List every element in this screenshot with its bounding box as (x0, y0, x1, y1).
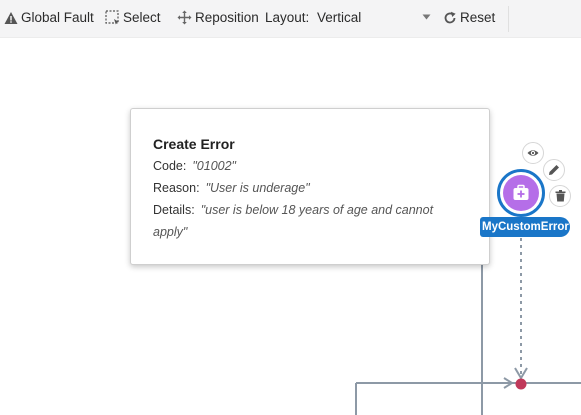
toolbar: Global Fault Select Reposition Layout: V… (0, 0, 581, 38)
reposition-button[interactable]: Reposition (177, 10, 259, 25)
view-node-button[interactable] (522, 142, 544, 164)
error-case-icon (513, 184, 529, 200)
code-row: Code: "01002" (153, 155, 236, 177)
warning-icon (4, 11, 18, 24)
layout-select-value: Vertical (317, 10, 362, 25)
node-core (503, 175, 539, 211)
global-fault-label: Global Fault (21, 10, 94, 25)
chevron-down-icon (422, 14, 431, 20)
select-button[interactable]: Select (105, 10, 161, 25)
trash-icon (555, 190, 565, 202)
reposition-label: Reposition (195, 10, 259, 25)
move-arrows-icon (177, 10, 192, 25)
layout-select[interactable]: Vertical (317, 10, 433, 25)
pencil-icon (549, 165, 559, 175)
junction-dot (515, 378, 527, 390)
reason-row: Reason: "User is underage" (153, 177, 310, 199)
reason-value: "User is underage" (205, 181, 310, 195)
delete-node-button[interactable] (549, 185, 571, 207)
edit-node-button[interactable] (543, 159, 565, 181)
eye-icon (527, 150, 539, 156)
select-label: Select (123, 10, 161, 25)
code-value: "01002" (192, 159, 236, 173)
popup-title: Create Error (153, 136, 235, 152)
global-fault-button[interactable]: Global Fault (4, 10, 94, 25)
refresh-icon (444, 11, 456, 23)
reset-button[interactable]: Reset (443, 10, 495, 25)
reset-label: Reset (460, 10, 496, 25)
node-label[interactable]: MyCustomError (480, 217, 570, 237)
details-row: Details: "user is below 18 years of age a… (153, 199, 453, 243)
reason-label: Reason: (153, 181, 200, 195)
toolbar-divider (508, 6, 509, 32)
layout-label: Layout: (265, 10, 310, 25)
code-label: Code: (153, 159, 187, 173)
details-value: "user is below 18 years of age and canno… (153, 203, 434, 239)
marquee-select-icon (105, 10, 119, 25)
error-node[interactable] (497, 169, 545, 217)
error-details-popup: Create Error Code: "01002" Reason: "User i… (130, 108, 490, 265)
details-label: Details: (153, 203, 195, 217)
